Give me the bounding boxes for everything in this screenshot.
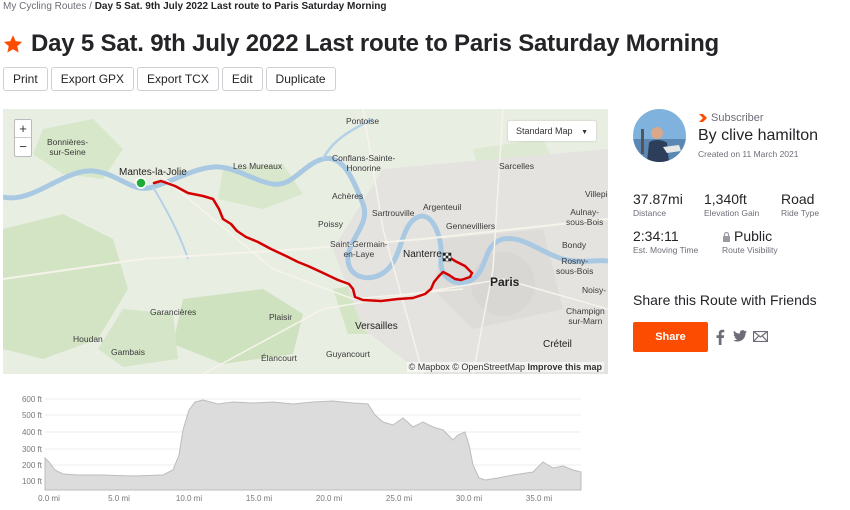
- map-zoom-control: + −: [14, 119, 32, 157]
- osm-link[interactable]: © OpenStreetMap: [452, 362, 525, 372]
- map-label: Élancourt: [261, 353, 297, 363]
- x-tick-label: 20.0 mi: [316, 494, 342, 503]
- map-style-label: Standard Map: [516, 126, 573, 136]
- map-label: Garancières: [150, 307, 197, 317]
- route-finish-marker: [442, 252, 452, 262]
- x-tick-label: 30.0 mi: [456, 494, 482, 503]
- map-label: Bondy: [562, 240, 587, 250]
- lock-icon: [723, 232, 730, 243]
- print-button[interactable]: Print: [3, 67, 48, 91]
- subscriber-badge: Subscriber: [698, 112, 764, 124]
- stat-distance-value: 37.87mi: [633, 191, 683, 207]
- y-tick-label: 500 ft: [22, 411, 43, 420]
- x-tick-label: 5.0 mi: [108, 494, 130, 503]
- edit-button[interactable]: Edit: [221, 67, 263, 91]
- stat-elevation-label: Elevation Gain: [704, 208, 760, 218]
- map-label: Saint-Germain- en-Laye: [330, 239, 388, 259]
- x-tick-label: 25.0 mi: [386, 494, 412, 503]
- map-label: Sartrouville: [372, 208, 415, 218]
- map-label: Nanterre: [403, 249, 442, 260]
- map-label: Sarcelles: [499, 161, 534, 171]
- breadcrumb-current: Day 5 Sat. 9th July 2022 Last route to P…: [94, 1, 387, 12]
- athlete-name-link[interactable]: By clive hamilton: [698, 127, 818, 145]
- map-label: Argenteuil: [423, 202, 462, 212]
- stat-moving-time: 2:34:11 Est. Moving Time: [633, 228, 698, 255]
- mapbox-link[interactable]: © Mapbox: [409, 362, 450, 372]
- y-tick-label: 300 ft: [22, 445, 43, 454]
- map-label: Rosny- sous-Bois: [556, 256, 594, 276]
- y-tick-label: 600 ft: [22, 395, 43, 404]
- stat-ride-type-label: Ride Type: [781, 208, 820, 218]
- x-tick-label: 15.0 mi: [246, 494, 272, 503]
- created-date: Created on 11 March 2021: [698, 149, 799, 159]
- stat-ride-type: Road Ride Type: [781, 191, 819, 218]
- stat-visibility-value: Public: [734, 228, 773, 244]
- map-label: Mantes-la-Jolie: [119, 167, 187, 178]
- breadcrumb: My Cycling Routes / Day 5 Sat. 9th July …: [3, 1, 386, 12]
- map-label: Noisy-: [582, 285, 607, 295]
- map-attribution: © Mapbox © OpenStreetMap Improve this ma…: [406, 362, 604, 372]
- breadcrumb-my-routes-link[interactable]: My Cycling Routes: [3, 1, 86, 12]
- improve-map-link[interactable]: Improve this map: [527, 362, 602, 372]
- route-start-marker: [135, 177, 147, 189]
- y-tick-label: 100 ft: [22, 477, 43, 486]
- map-label: Paris: [490, 275, 520, 289]
- stat-ride-type-value: Road: [781, 191, 815, 207]
- stat-moving-time-value: 2:34:11: [633, 228, 679, 244]
- map-label: Bonnières- sur-Seine: [47, 137, 89, 157]
- email-icon[interactable]: [753, 331, 768, 342]
- map-label: Les Mureaux: [233, 161, 283, 171]
- stat-distance: 37.87mi Distance: [633, 191, 683, 218]
- page-title: Day 5 Sat. 9th July 2022 Last route to P…: [31, 30, 720, 57]
- route-toolbar: Print Export GPX Export TCX Edit Duplica…: [3, 67, 336, 91]
- map-label: Conflans-Sainte- Honorine: [332, 153, 396, 173]
- facebook-icon[interactable]: [715, 329, 725, 345]
- map-label: Houdan: [73, 334, 103, 344]
- export-tcx-button[interactable]: Export TCX: [137, 67, 219, 91]
- route-map[interactable]: + − Standard Map ▼ Bonnières- sur-Seine …: [3, 109, 608, 374]
- y-tick-label: 400 ft: [22, 428, 43, 437]
- stat-elevation-value: 1,340ft: [704, 191, 747, 207]
- zoom-out-button[interactable]: −: [15, 138, 31, 156]
- map-label: Pontoise: [346, 116, 380, 126]
- y-tick-label: 200 ft: [22, 461, 43, 470]
- map-label: Poissy: [318, 219, 344, 229]
- zoom-in-button[interactable]: +: [15, 120, 31, 138]
- x-tick-label: 10.0 mi: [176, 494, 202, 503]
- breadcrumb-separator: /: [89, 1, 92, 12]
- stat-distance-label: Distance: [633, 208, 667, 218]
- map-style-select[interactable]: Standard Map ▼: [508, 121, 596, 141]
- map-label: Villepi: [585, 189, 608, 199]
- map-label: Gennevilliers: [446, 221, 496, 231]
- map-label: Guyancourt: [326, 349, 370, 359]
- share-heading: Share this Route with Friends: [633, 292, 817, 308]
- export-gpx-button[interactable]: Export GPX: [50, 67, 135, 91]
- caret-down-icon: ▼: [581, 129, 588, 136]
- avatar[interactable]: [633, 109, 686, 162]
- star-icon[interactable]: [3, 34, 23, 54]
- map-label: Aulnay- sous-Bois: [566, 207, 604, 227]
- map-label: Créteil: [543, 339, 572, 350]
- map-label: Champign sur-Marn: [566, 306, 605, 326]
- elevation-profile: [44, 399, 582, 491]
- title-row: Day 5 Sat. 9th July 2022 Last route to P…: [3, 30, 719, 58]
- map-label: Versailles: [355, 321, 398, 332]
- stat-visibility: Public Route Visibility: [722, 228, 778, 255]
- share-button[interactable]: Share: [633, 322, 708, 352]
- stat-visibility-row: Public: [722, 228, 778, 244]
- duplicate-button[interactable]: Duplicate: [265, 67, 336, 91]
- stat-moving-time-label: Est. Moving Time: [633, 245, 699, 255]
- map-label: Achères: [332, 191, 364, 201]
- elevation-chart[interactable]: 600 ft 500 ft 400 ft 300 ft 200 ft 100 f…: [3, 390, 583, 505]
- twitter-icon[interactable]: [733, 330, 747, 342]
- x-tick-label: 0.0 mi: [38, 494, 60, 503]
- stat-visibility-label: Route Visibility: [722, 245, 778, 255]
- stat-elevation: 1,340ft Elevation Gain: [704, 191, 759, 218]
- map-label: Gambais: [111, 347, 146, 357]
- x-tick-label: 35.0 mi: [526, 494, 552, 503]
- subscriber-chevron-icon: [699, 114, 707, 122]
- map-label: Plaisir: [269, 312, 293, 322]
- subscriber-label: Subscriber: [711, 112, 764, 124]
